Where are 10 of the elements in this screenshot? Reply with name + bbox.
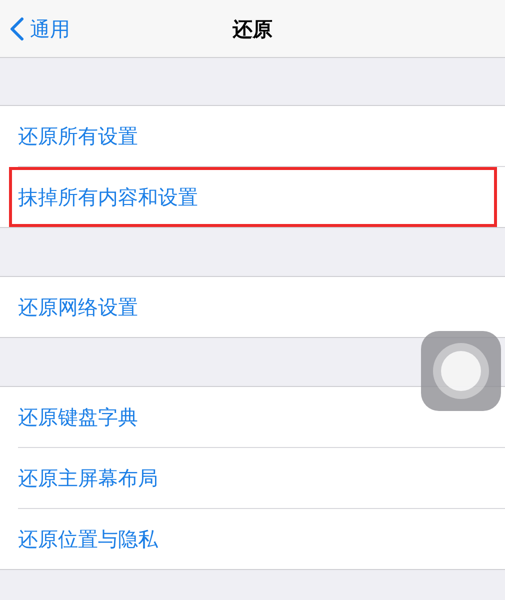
assistive-touch-button[interactable] [421,331,501,411]
settings-row[interactable]: 抹掉所有内容和设置 [18,182,198,212]
settings-row[interactable]: 还原键盘字典 [18,402,138,432]
settings-row[interactable]: 还原主屏幕布局 [18,463,158,493]
back-button[interactable]: 通用 [0,14,70,44]
back-icon [10,16,24,40]
settings-row[interactable]: 还原位置与隐私 [18,524,158,554]
settings-row[interactable]: 还原网络设置 [18,292,138,322]
page-title: 还原 [232,16,272,42]
settings-row[interactable]: 还原所有设置 [18,121,138,151]
